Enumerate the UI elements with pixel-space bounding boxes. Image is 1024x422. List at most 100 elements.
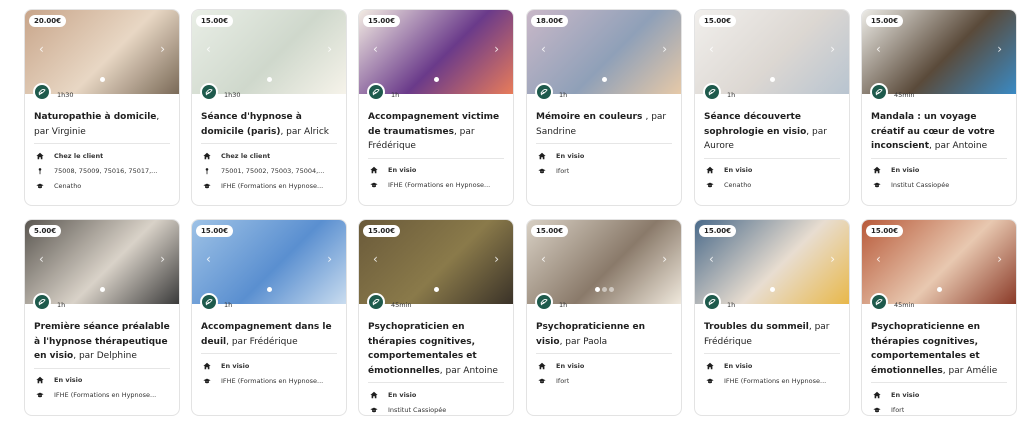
- card-thumbnail-video-call[interactable]: 5.00€ ‹ ›: [25, 220, 179, 304]
- carousel-prev-icon[interactable]: ‹: [373, 42, 378, 56]
- card-thumbnail-woman-portrait[interactable]: 15.00€ ‹ ›: [862, 220, 1016, 304]
- carousel-dot[interactable]: [266, 287, 272, 292]
- card-title[interactable]: Naturopathie à domicile, par Virginie: [34, 110, 170, 139]
- home-icon: [871, 166, 882, 174]
- carousel-next-icon[interactable]: ›: [662, 252, 667, 266]
- carousel-prev-icon[interactable]: ‹: [373, 252, 378, 266]
- service-name[interactable]: Séance découverte sophrologie en visio: [704, 112, 806, 137]
- trainee-badge-icon: [703, 83, 721, 101]
- carousel-dot[interactable]: [769, 287, 775, 292]
- service-name[interactable]: Mémoire en couleurs: [536, 112, 645, 122]
- card-thumbnail-colorful-cards[interactable]: 18.00€ ‹ ›: [527, 10, 681, 94]
- badge-row: 1h: [359, 83, 513, 101]
- carousel-dot[interactable]: [594, 287, 600, 292]
- session-duration: 1h: [559, 91, 568, 99]
- carousel-next-icon[interactable]: ›: [830, 42, 835, 56]
- card-thumbnail-street-map[interactable]: 15.00€ ‹ ›: [192, 10, 346, 94]
- leaf-icon: [205, 298, 213, 306]
- service-card[interactable]: 15.00€ ‹ › 45min Mandala : un voyage créatif…: [861, 9, 1017, 206]
- service-card[interactable]: 15.00€ ‹ › 45min Psychopraticienne en thérap…: [861, 219, 1017, 416]
- carousel-prev-icon[interactable]: ‹: [876, 252, 881, 266]
- card-title[interactable]: Accompagnement dans le deuil, par Frédér…: [201, 320, 337, 349]
- card-title[interactable]: Psychopraticienne en thérapies cognitive…: [871, 320, 1007, 378]
- carousel-prev-icon[interactable]: ‹: [39, 42, 44, 56]
- service-card[interactable]: 15.00€ ‹ › 1h30 Séance d'hypnose à domicile …: [191, 9, 347, 206]
- carousel-next-icon[interactable]: ›: [160, 42, 165, 56]
- card-title[interactable]: Première séance préalable à l'hypnose th…: [34, 320, 170, 364]
- service-card[interactable]: 20.00€ ‹ › 1h30 Naturopathie à domicile, par…: [24, 9, 180, 206]
- school-row: Institut Cassiopée: [368, 402, 504, 415]
- card-title[interactable]: Troubles du sommeil, par Frédérique: [704, 320, 840, 349]
- badge-row: 1h: [695, 293, 849, 311]
- carousel-next-icon[interactable]: ›: [830, 252, 835, 266]
- trainee-badge-icon: [367, 83, 385, 101]
- carousel-next-icon[interactable]: ›: [997, 42, 1002, 56]
- carousel-dot[interactable]: [99, 287, 105, 292]
- school-row-text: Ifort: [556, 166, 570, 175]
- carousel-next-icon[interactable]: ›: [327, 42, 332, 56]
- home-icon: [871, 391, 882, 399]
- service-card[interactable]: 15.00€ ‹ › 1h Troubles du sommeil, par Frédé…: [694, 219, 850, 416]
- service-name[interactable]: Naturopathie à domicile: [34, 112, 156, 122]
- card-title[interactable]: Psychopraticien en thérapies cognitives,…: [368, 320, 504, 378]
- location-row-text: En visio: [891, 390, 920, 399]
- leaf-icon: [875, 298, 883, 306]
- card-title[interactable]: Mandala : un voyage créatif au cœur de v…: [871, 110, 1007, 154]
- carousel-dot[interactable]: [769, 77, 775, 82]
- session-duration: 1h: [727, 91, 736, 99]
- school-row: IFHE (Formations en Hypnose...: [201, 178, 337, 193]
- service-card[interactable]: 18.00€ ‹ › 1h Mémoire en couleurs , par Sand…: [526, 9, 682, 206]
- carousel-dot[interactable]: [433, 77, 439, 82]
- carousel-dot[interactable]: [266, 77, 272, 82]
- card-title[interactable]: Séance d'hypnose à domicile (paris), par…: [201, 110, 337, 139]
- service-card[interactable]: 15.00€ ‹ › 1h Accompagnement victime de trau…: [358, 9, 514, 206]
- card-thumbnail-naturopathy-session[interactable]: 20.00€ ‹ ›: [25, 10, 179, 94]
- carousel-prev-icon[interactable]: ‹: [541, 42, 546, 56]
- carousel-next-icon[interactable]: ›: [997, 252, 1002, 266]
- service-card[interactable]: 15.00€ ‹ › 1h Accompagnement dans le deuil, …: [191, 219, 347, 416]
- service-name[interactable]: Troubles du sommeil: [704, 322, 809, 332]
- carousel-next-icon[interactable]: ›: [160, 252, 165, 266]
- carousel-prev-icon[interactable]: ‹: [709, 42, 714, 56]
- leaf-icon: [38, 88, 46, 96]
- card-thumbnail-colored-pencils[interactable]: 15.00€ ‹ ›: [862, 10, 1016, 94]
- carousel-prev-icon[interactable]: ‹: [206, 252, 211, 266]
- carousel-dot[interactable]: [601, 77, 607, 82]
- card-thumbnail-illustrated-girl[interactable]: 15.00€ ‹ ›: [359, 10, 513, 94]
- carousel-dot[interactable]: [99, 77, 105, 82]
- carousel-next-icon[interactable]: ›: [494, 42, 499, 56]
- service-card[interactable]: 15.00€ ‹ › 1h Psychopraticienne en visio, pa…: [526, 219, 682, 416]
- carousel-prev-icon[interactable]: ‹: [709, 252, 714, 266]
- carousel-dot[interactable]: [608, 287, 614, 292]
- school-row: Ifort: [536, 163, 672, 178]
- service-card[interactable]: 15.00€ ‹ › 1h Séance découverte sophrologie …: [694, 9, 850, 206]
- carousel-prev-icon[interactable]: ‹: [39, 252, 44, 266]
- carousel-prev-icon[interactable]: ‹: [206, 42, 211, 56]
- carousel-dot[interactable]: [433, 287, 439, 292]
- service-card[interactable]: 15.00€ ‹ › 45min Psychopraticien en thérapie…: [358, 219, 514, 416]
- trainee-badge-icon: [200, 83, 218, 101]
- carousel-next-icon[interactable]: ›: [662, 42, 667, 56]
- carousel-prev-icon[interactable]: ‹: [541, 252, 546, 266]
- service-card[interactable]: 5.00€ ‹ › 1h Première séance préalable à l'h…: [24, 219, 180, 416]
- price-tag: 20.00€: [29, 15, 67, 27]
- card-title[interactable]: Accompagnement victime de traumatismes, …: [368, 110, 504, 154]
- card-title[interactable]: Séance découverte sophrologie en visio, …: [704, 110, 840, 154]
- carousel-next-icon[interactable]: ›: [494, 252, 499, 266]
- card-thumbnail-sad-balloon[interactable]: 15.00€ ‹ ›: [192, 220, 346, 304]
- card-title[interactable]: Mémoire en couleurs , par Sandrine: [536, 110, 672, 139]
- card-thumbnail-man-portrait[interactable]: 15.00€ ‹ ›: [359, 220, 513, 304]
- leaf-icon: [372, 298, 380, 306]
- location-row-text: En visio: [724, 361, 753, 370]
- carousel-prev-icon[interactable]: ‹: [876, 42, 881, 56]
- carousel-dot[interactable]: [601, 287, 607, 292]
- carousel-next-icon[interactable]: ›: [327, 252, 332, 266]
- carousel-dot[interactable]: [936, 287, 942, 292]
- service-name[interactable]: Accompagnement victime de traumatismes: [368, 112, 499, 137]
- card-title[interactable]: Psychopraticienne en visio, par Paola: [536, 320, 672, 349]
- card-thumbnail-meditation[interactable]: 15.00€ ‹ ›: [695, 10, 849, 94]
- card-thumbnail-sleepless-illustration[interactable]: 15.00€ ‹ ›: [695, 220, 849, 304]
- card-thumbnail-therapy-room[interactable]: 15.00€ ‹ ›: [527, 220, 681, 304]
- school-row-text: Institut Cassiopée: [891, 181, 950, 189]
- school-row: IFHE (Formations en Hypnose...: [704, 373, 840, 388]
